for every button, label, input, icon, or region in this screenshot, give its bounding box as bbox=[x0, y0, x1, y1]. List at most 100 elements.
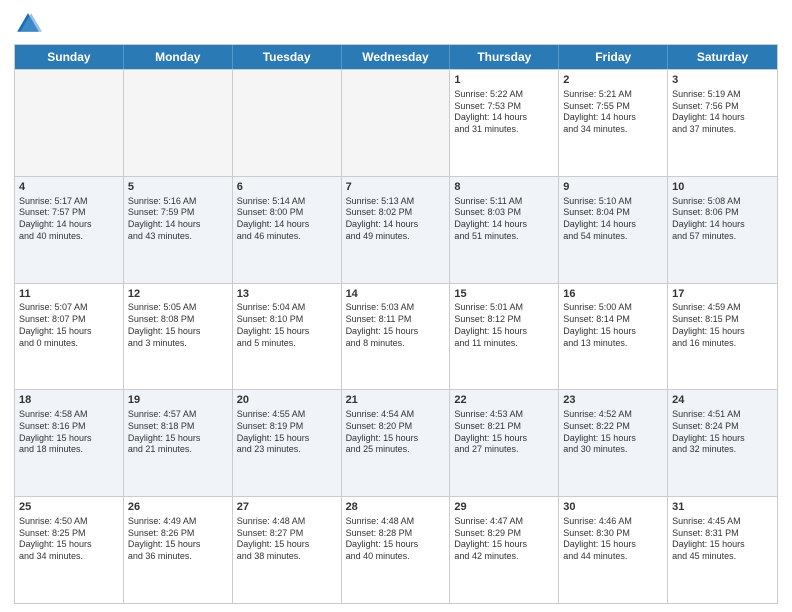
cell-info-line: and 34 minutes. bbox=[19, 551, 119, 563]
cell-info-line: Sunrise: 5:04 AM bbox=[237, 302, 337, 314]
day-cell-25: 25Sunrise: 4:50 AMSunset: 8:25 PMDayligh… bbox=[15, 497, 124, 603]
day-number: 28 bbox=[346, 500, 446, 515]
cell-info-line: and 57 minutes. bbox=[672, 231, 773, 243]
day-cell-2: 2Sunrise: 5:21 AMSunset: 7:55 PMDaylight… bbox=[559, 70, 668, 176]
cell-info-line: and 37 minutes. bbox=[672, 124, 773, 136]
day-number: 14 bbox=[346, 287, 446, 302]
cell-info-line: Daylight: 15 hours bbox=[128, 433, 228, 445]
cell-info-line: Daylight: 15 hours bbox=[672, 433, 773, 445]
cell-info-line: Sunrise: 5:10 AM bbox=[563, 196, 663, 208]
cell-info-line: Sunrise: 5:07 AM bbox=[19, 302, 119, 314]
cell-info-line: Sunset: 8:24 PM bbox=[672, 421, 773, 433]
day-cell-7: 7Sunrise: 5:13 AMSunset: 8:02 PMDaylight… bbox=[342, 177, 451, 283]
day-number: 27 bbox=[237, 500, 337, 515]
day-number: 11 bbox=[19, 287, 119, 302]
cell-info-line: Daylight: 15 hours bbox=[672, 539, 773, 551]
cell-info-line: and 11 minutes. bbox=[454, 338, 554, 350]
cell-info-line: Sunrise: 4:48 AM bbox=[237, 516, 337, 528]
day-cell-12: 12Sunrise: 5:05 AMSunset: 8:08 PMDayligh… bbox=[124, 284, 233, 390]
cell-info-line: Sunset: 8:31 PM bbox=[672, 528, 773, 540]
cell-info-line: Sunrise: 4:45 AM bbox=[672, 516, 773, 528]
day-cell-27: 27Sunrise: 4:48 AMSunset: 8:27 PMDayligh… bbox=[233, 497, 342, 603]
day-cell-23: 23Sunrise: 4:52 AMSunset: 8:22 PMDayligh… bbox=[559, 390, 668, 496]
day-cell-19: 19Sunrise: 4:57 AMSunset: 8:18 PMDayligh… bbox=[124, 390, 233, 496]
cell-info-line: and 40 minutes. bbox=[346, 551, 446, 563]
day-cell-14: 14Sunrise: 5:03 AMSunset: 8:11 PMDayligh… bbox=[342, 284, 451, 390]
cell-info-line: Daylight: 15 hours bbox=[454, 433, 554, 445]
cell-info-line: and 45 minutes. bbox=[672, 551, 773, 563]
day-cell-3: 3Sunrise: 5:19 AMSunset: 7:56 PMDaylight… bbox=[668, 70, 777, 176]
day-number: 20 bbox=[237, 393, 337, 408]
day-cell-28: 28Sunrise: 4:48 AMSunset: 8:28 PMDayligh… bbox=[342, 497, 451, 603]
cell-info-line: Sunrise: 5:16 AM bbox=[128, 196, 228, 208]
logo bbox=[14, 10, 46, 38]
day-cell-24: 24Sunrise: 4:51 AMSunset: 8:24 PMDayligh… bbox=[668, 390, 777, 496]
cell-info-line: Daylight: 14 hours bbox=[19, 219, 119, 231]
cell-info-line: and 16 minutes. bbox=[672, 338, 773, 350]
cell-info-line: Daylight: 15 hours bbox=[563, 539, 663, 551]
cell-info-line: Sunset: 8:21 PM bbox=[454, 421, 554, 433]
cell-info-line: Sunset: 7:53 PM bbox=[454, 101, 554, 113]
day-number: 26 bbox=[128, 500, 228, 515]
cell-info-line: Sunset: 8:15 PM bbox=[672, 314, 773, 326]
day-number: 24 bbox=[672, 393, 773, 408]
cell-info-line: Sunset: 8:28 PM bbox=[346, 528, 446, 540]
cell-info-line: Daylight: 15 hours bbox=[454, 539, 554, 551]
cell-info-line: Sunset: 8:06 PM bbox=[672, 207, 773, 219]
day-number: 9 bbox=[563, 180, 663, 195]
day-cell-13: 13Sunrise: 5:04 AMSunset: 8:10 PMDayligh… bbox=[233, 284, 342, 390]
cell-info-line: Sunset: 7:59 PM bbox=[128, 207, 228, 219]
header-day-monday: Monday bbox=[124, 45, 233, 69]
cell-info-line: and 43 minutes. bbox=[128, 231, 228, 243]
day-cell-20: 20Sunrise: 4:55 AMSunset: 8:19 PMDayligh… bbox=[233, 390, 342, 496]
day-cell-18: 18Sunrise: 4:58 AMSunset: 8:16 PMDayligh… bbox=[15, 390, 124, 496]
cell-info-line: Sunrise: 4:48 AM bbox=[346, 516, 446, 528]
day-cell-16: 16Sunrise: 5:00 AMSunset: 8:14 PMDayligh… bbox=[559, 284, 668, 390]
header-day-saturday: Saturday bbox=[668, 45, 777, 69]
cell-info-line: and 34 minutes. bbox=[563, 124, 663, 136]
cell-info-line: and 30 minutes. bbox=[563, 444, 663, 456]
cell-info-line: Daylight: 15 hours bbox=[19, 326, 119, 338]
cell-info-line: Daylight: 15 hours bbox=[19, 539, 119, 551]
cell-info-line: Sunset: 8:30 PM bbox=[563, 528, 663, 540]
day-number: 1 bbox=[454, 73, 554, 88]
cell-info-line: and 0 minutes. bbox=[19, 338, 119, 350]
day-cell-5: 5Sunrise: 5:16 AMSunset: 7:59 PMDaylight… bbox=[124, 177, 233, 283]
cell-info-line: and 25 minutes. bbox=[346, 444, 446, 456]
day-number: 15 bbox=[454, 287, 554, 302]
day-cell-9: 9Sunrise: 5:10 AMSunset: 8:04 PMDaylight… bbox=[559, 177, 668, 283]
cell-info-line: Sunset: 8:18 PM bbox=[128, 421, 228, 433]
day-number: 6 bbox=[237, 180, 337, 195]
cell-info-line: and 54 minutes. bbox=[563, 231, 663, 243]
cell-info-line: Sunset: 8:04 PM bbox=[563, 207, 663, 219]
header-day-tuesday: Tuesday bbox=[233, 45, 342, 69]
logo-icon bbox=[14, 10, 42, 38]
cell-info-line: Sunrise: 5:14 AM bbox=[237, 196, 337, 208]
cell-info-line: Daylight: 15 hours bbox=[19, 433, 119, 445]
page: SundayMondayTuesdayWednesdayThursdayFrid… bbox=[0, 0, 792, 612]
day-number: 13 bbox=[237, 287, 337, 302]
calendar-row-2: 4Sunrise: 5:17 AMSunset: 7:57 PMDaylight… bbox=[15, 176, 777, 283]
cell-info-line: Sunrise: 4:51 AM bbox=[672, 409, 773, 421]
cell-info-line: Sunrise: 5:21 AM bbox=[563, 89, 663, 101]
cell-info-line: Sunset: 8:22 PM bbox=[563, 421, 663, 433]
cell-info-line: Daylight: 15 hours bbox=[563, 326, 663, 338]
cell-info-line: Sunset: 8:20 PM bbox=[346, 421, 446, 433]
cell-info-line: Sunset: 8:29 PM bbox=[454, 528, 554, 540]
day-cell-17: 17Sunrise: 4:59 AMSunset: 8:15 PMDayligh… bbox=[668, 284, 777, 390]
cell-info-line: Sunset: 8:07 PM bbox=[19, 314, 119, 326]
cell-info-line: Daylight: 15 hours bbox=[672, 326, 773, 338]
cell-info-line: Sunrise: 5:08 AM bbox=[672, 196, 773, 208]
calendar-row-3: 11Sunrise: 5:07 AMSunset: 8:07 PMDayligh… bbox=[15, 283, 777, 390]
cell-info-line: Daylight: 15 hours bbox=[346, 326, 446, 338]
cell-info-line: Daylight: 14 hours bbox=[346, 219, 446, 231]
cell-info-line: Sunrise: 4:52 AM bbox=[563, 409, 663, 421]
cell-info-line: and 51 minutes. bbox=[454, 231, 554, 243]
cell-info-line: Sunset: 8:08 PM bbox=[128, 314, 228, 326]
cell-info-line: Daylight: 14 hours bbox=[672, 219, 773, 231]
cell-info-line: and 23 minutes. bbox=[237, 444, 337, 456]
cell-info-line: Sunset: 7:56 PM bbox=[672, 101, 773, 113]
cell-info-line: Sunrise: 4:49 AM bbox=[128, 516, 228, 528]
empty-cell bbox=[15, 70, 124, 176]
cell-info-line: Sunset: 8:14 PM bbox=[563, 314, 663, 326]
